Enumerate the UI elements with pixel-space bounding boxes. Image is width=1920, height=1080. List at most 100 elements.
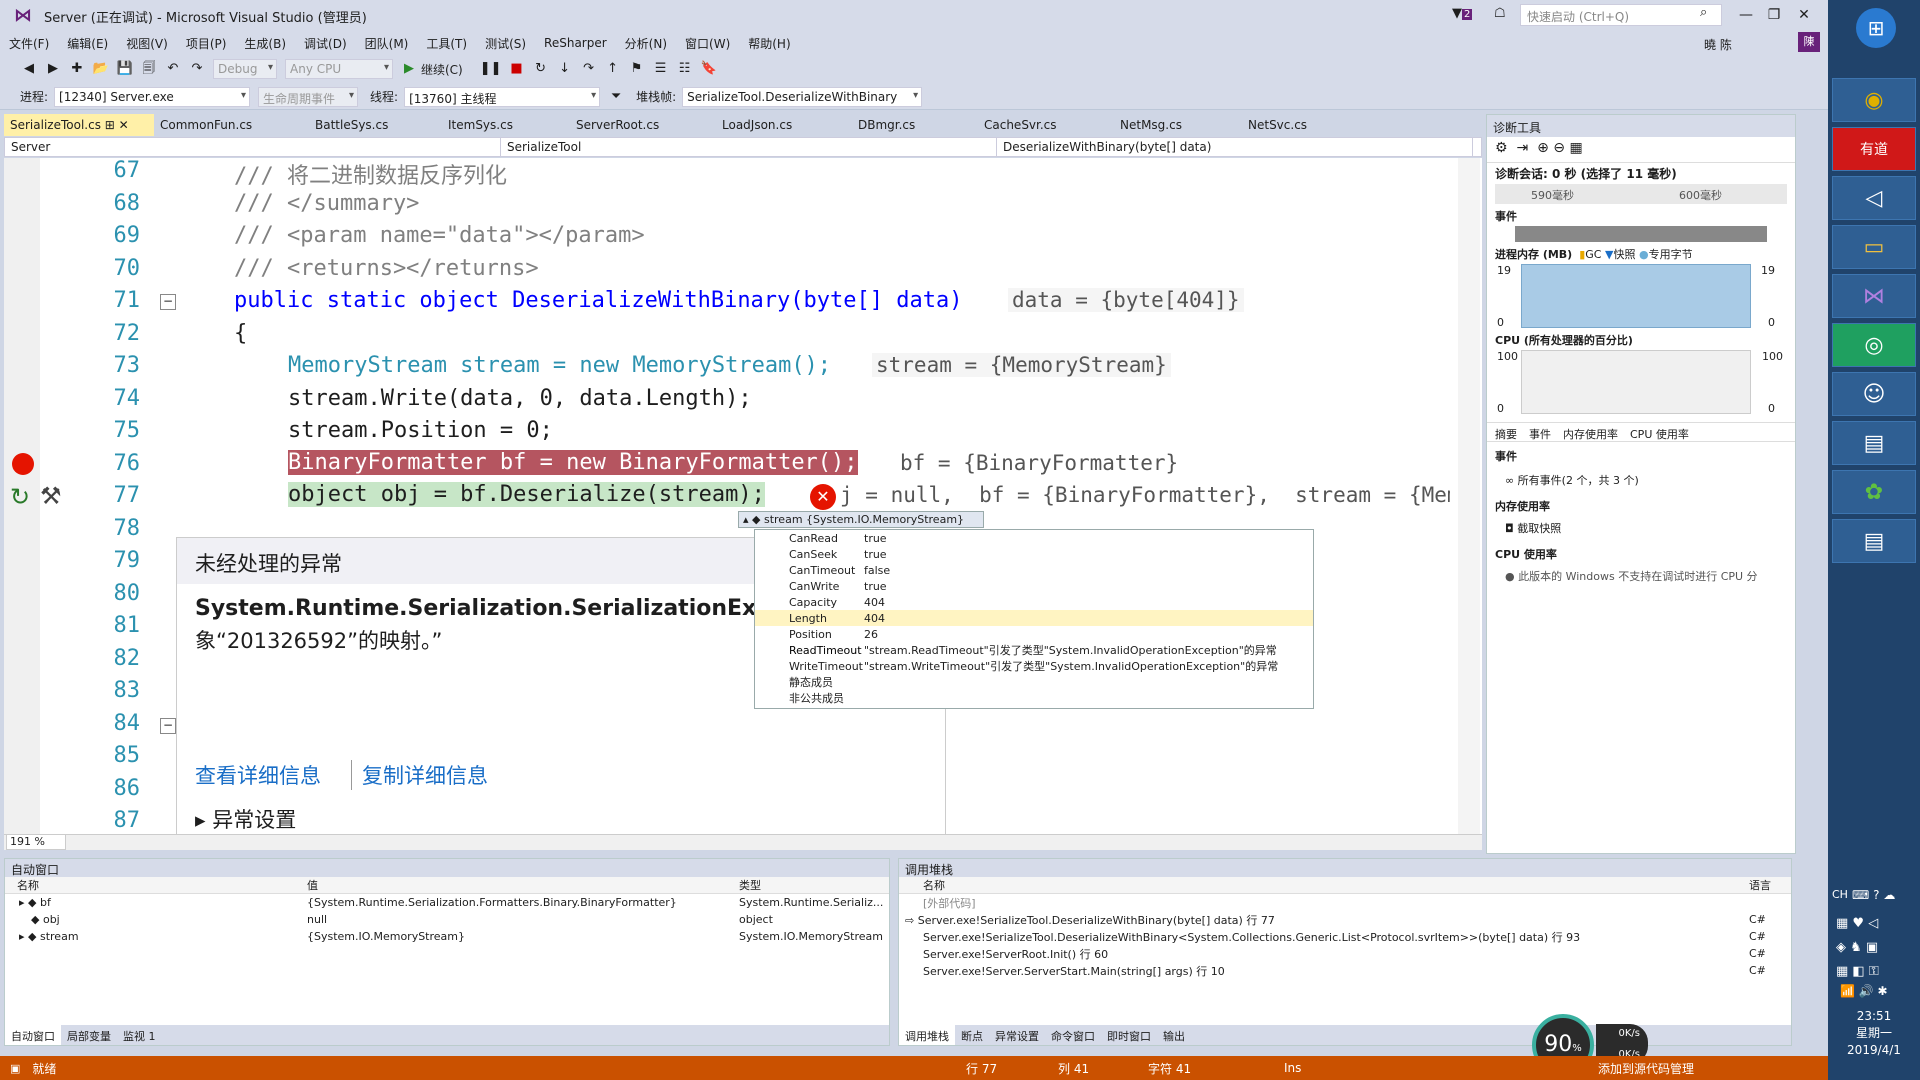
window-app-icon[interactable]: ▤: [1832, 421, 1916, 465]
filter-icon[interactable]: ⏷: [607, 87, 625, 107]
save-icon[interactable]: 💾: [116, 59, 134, 79]
take-snapshot-button[interactable]: ◘ 截取快照: [1487, 518, 1795, 538]
user-name[interactable]: 曉 陈: [1704, 36, 1732, 53]
forward-icon[interactable]: ▶: [44, 59, 62, 79]
tab-dbmgr[interactable]: DBmgr.cs: [852, 114, 978, 136]
tab-exception-settings[interactable]: 异常设置: [989, 1025, 1045, 1045]
profile-app-icon[interactable]: ☺: [1832, 372, 1916, 416]
network-volume-icons[interactable]: 📶 🔊 ✱: [1840, 984, 1888, 998]
subtab-events[interactable]: 事件: [1529, 426, 1551, 441]
tab-battlesys[interactable]: BattleSys.cs: [309, 114, 442, 136]
datatip-header[interactable]: ▴ ◆ stream {System.IO.MemoryStream}: [738, 511, 984, 528]
tray-icons-grid[interactable]: ▦ ♥ ◁ ◈ ♞ ▣ ▦ ◧ ⚿: [1836, 912, 1879, 984]
datatip-row[interactable]: CanSeek true: [755, 546, 1313, 562]
settings-gear-icon[interactable]: ⚙: [1495, 140, 1508, 156]
code-line-77-current[interactable]: object obj = bf.Deserialize(stream);: [288, 482, 765, 507]
callstack-row[interactable]: ⇨ Server.exe!SerializeTool.DeserializeWi…: [899, 911, 1791, 928]
step-out-icon[interactable]: ↑: [604, 59, 622, 79]
view-details-link[interactable]: 查看详细信息: [195, 760, 321, 790]
redo-icon[interactable]: ↷: [188, 59, 206, 79]
minimize-button[interactable]: —: [1732, 4, 1760, 26]
inline-value-line77[interactable]: j = null, bf = {BinaryFormatter}, stream…: [840, 483, 1450, 507]
code-line-75[interactable]: stream.Position = 0;: [288, 418, 553, 443]
tab-loadjson[interactable]: LoadJson.cs: [716, 114, 852, 136]
user-avatar[interactable]: 陳: [1798, 32, 1820, 52]
tab-locals[interactable]: 局部变量: [61, 1025, 117, 1045]
cpu-graph[interactable]: 100 0 100 0: [1487, 350, 1795, 416]
menu-test[interactable]: 测试(S): [476, 35, 535, 52]
process-select[interactable]: [12340] Server.exe: [54, 86, 251, 107]
datatip-row[interactable]: CanRead true: [755, 530, 1313, 546]
datatip-row[interactable]: CanTimeout false: [755, 562, 1313, 578]
autos-row[interactable]: ▸ ◆ bf {System.Runtime.Serialization.Form…: [5, 894, 889, 911]
youdao-icon[interactable]: 有道: [1832, 127, 1916, 171]
continue-button[interactable]: 继续(C): [421, 61, 463, 78]
visual-studio-taskbar-icon[interactable]: ⋈: [1832, 274, 1916, 318]
menu-edit[interactable]: 编辑(E): [58, 35, 117, 52]
tab-serializetool[interactable]: SerializeTool.cs ⊞ ✕: [4, 114, 154, 136]
zoom-in-icon[interactable]: ⊕: [1537, 140, 1549, 156]
inline-value-stream[interactable]: stream = {MemoryStream}: [872, 353, 1171, 377]
editor-vertical-scrollbar[interactable]: [1458, 158, 1480, 834]
close-button[interactable]: ✕: [1790, 4, 1818, 26]
tab-immediate-window[interactable]: 即时窗口: [1101, 1025, 1157, 1045]
tab-commonfun[interactable]: CommonFun.cs: [154, 114, 309, 136]
menu-tools[interactable]: 工具(T): [417, 35, 476, 52]
input-language[interactable]: CH: [1832, 888, 1848, 901]
chrome-icon[interactable]: ◉: [1832, 78, 1916, 122]
code-line-74[interactable]: stream.Write(data, 0, data.Length);: [288, 386, 752, 411]
menu-help[interactable]: 帮助(H): [739, 35, 799, 52]
code-line-72[interactable]: {: [234, 321, 247, 346]
class-select[interactable]: SerializeTool: [501, 138, 997, 156]
autos-row[interactable]: ▸ ◆ stream {System.IO.MemoryStream} System…: [5, 928, 889, 945]
col-language[interactable]: 语言: [1749, 877, 1771, 893]
zoom-select[interactable]: 191 %: [6, 834, 66, 850]
datatip-row[interactable]: Length 404: [755, 610, 1313, 626]
menu-debug[interactable]: 调试(D): [295, 35, 356, 52]
step-into-icon[interactable]: ↓: [556, 59, 574, 79]
restart-icon[interactable]: ↻: [532, 59, 550, 79]
method-select[interactable]: DeserializeWithBinary(byte[] data): [997, 138, 1473, 156]
tab-callstack[interactable]: 调用堆栈: [899, 1025, 955, 1045]
subtab-summary[interactable]: 摘要: [1495, 426, 1517, 441]
comment-icon[interactable]: ☰: [652, 59, 670, 79]
menu-team[interactable]: 团队(M): [356, 35, 418, 52]
datatip-row[interactable]: Capacity 404: [755, 594, 1313, 610]
tab-autos[interactable]: 自动窗口: [5, 1025, 61, 1045]
tab-output[interactable]: 输出: [1157, 1025, 1191, 1045]
tab-serverroot[interactable]: ServerRoot.cs: [570, 114, 716, 136]
lifecycle-events-select[interactable]: 生命周期事件: [258, 86, 359, 107]
exception-error-icon[interactable]: ✕: [810, 484, 836, 510]
inline-value-bf[interactable]: bf = {BinaryFormatter}: [900, 451, 1178, 475]
step-over-icon[interactable]: ↷: [580, 59, 598, 79]
datatip-row[interactable]: CanWrite true: [755, 578, 1313, 594]
collapse-icon[interactable]: −: [160, 294, 176, 310]
code-line-73[interactable]: MemoryStream stream = new MemoryStream()…: [288, 353, 831, 378]
code-line-68[interactable]: /// </summary>: [234, 191, 419, 216]
menu-resharper[interactable]: ReSharper: [535, 36, 616, 50]
diag-events-track[interactable]: [1515, 226, 1767, 242]
menu-view[interactable]: 视图(V): [117, 35, 177, 52]
col-value[interactable]: 值: [303, 877, 735, 893]
code-line-70[interactable]: /// <returns></returns>: [234, 256, 539, 281]
undo-icon[interactable]: ↶: [164, 59, 182, 79]
add-to-source-control-button[interactable]: 添加到源代码管理: [1598, 1060, 1694, 1077]
new-project-icon[interactable]: ✚: [68, 59, 86, 79]
continue-icon[interactable]: ▶: [400, 59, 418, 79]
window-app-icon-2[interactable]: ▤: [1832, 519, 1916, 563]
zoom-out-icon[interactable]: ⊖: [1553, 140, 1565, 156]
callstack-row[interactable]: Server.exe!SerializeTool.DeserializeWith…: [899, 928, 1791, 945]
media-player-icon[interactable]: ◎: [1832, 323, 1916, 367]
callstack-row[interactable]: Server.exe!Server.ServerStart.Main(strin…: [899, 962, 1791, 979]
datatip-row[interactable]: WriteTimeout "stream.WriteTimeout"引发了类型"S…: [755, 658, 1313, 674]
menu-file[interactable]: 文件(F): [0, 35, 58, 52]
col-type[interactable]: 类型: [735, 877, 761, 893]
project-select[interactable]: Server: [5, 138, 501, 156]
quick-launch-input[interactable]: 快速启动 (Ctrl+Q): [1520, 4, 1722, 26]
exception-settings-expander[interactable]: ▸ 异常设置: [195, 804, 296, 834]
tab-cachesvr[interactable]: CacheSvr.cs: [978, 114, 1114, 136]
stop-icon[interactable]: ■: [508, 59, 526, 79]
callstack-row[interactable]: [外部代码]: [899, 894, 1791, 911]
back-icon[interactable]: ◀: [20, 59, 38, 79]
datatip-row[interactable]: ReadTimeout "stream.ReadTimeout"引发了类型"Sys…: [755, 642, 1313, 658]
